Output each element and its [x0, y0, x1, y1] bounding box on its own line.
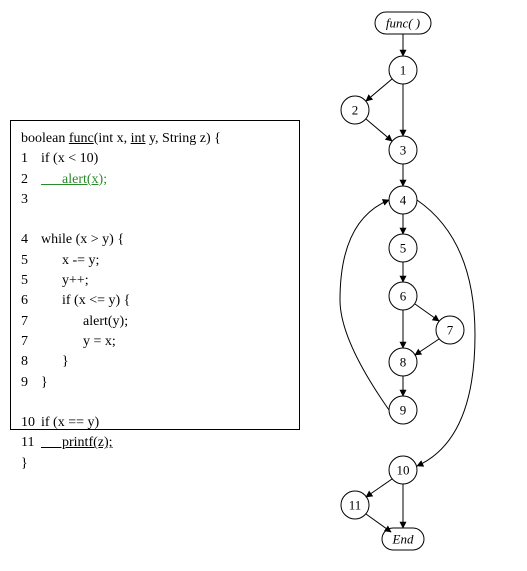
edge-9-4 [340, 200, 389, 410]
sig-kw: boolean [21, 131, 69, 146]
sig-int: int [131, 131, 146, 146]
code-line: 3 [21, 190, 289, 210]
svg-text:3: 3 [400, 143, 407, 158]
svg-text:4: 4 [400, 193, 407, 208]
code-line: 7 y = x; [21, 332, 289, 352]
code-line: 2 alert(x); [21, 170, 289, 190]
code-line: 8 } [21, 352, 289, 372]
code-line: 10if (x == y) [21, 413, 289, 433]
sig-p1: (int x, [94, 131, 131, 146]
sig-func: func [69, 131, 94, 146]
node-end-label: End [392, 532, 414, 547]
code-line [21, 210, 289, 230]
code-line: 5 y++; [21, 271, 289, 291]
svg-text:1: 1 [400, 63, 407, 78]
svg-text:5: 5 [400, 241, 407, 256]
code-line: 1if (x < 10) [21, 149, 289, 169]
code-panel: boolean func(int x, int y, String z) { 1… [10, 120, 300, 430]
code-line: 6 if (x <= y) { [21, 291, 289, 311]
edge-7-8 [415, 339, 439, 355]
svg-text:7: 7 [447, 323, 454, 338]
code-line: 5 x -= y; [21, 251, 289, 271]
edge-1-2 [366, 79, 392, 101]
edge-6-7 [415, 304, 439, 321]
edge-10-11 [366, 479, 392, 497]
code-line: 11 printf(z); [21, 433, 289, 453]
svg-text:10: 10 [397, 463, 410, 478]
func-signature: boolean func(int x, int y, String z) { [21, 129, 289, 149]
code-line [21, 393, 289, 413]
svg-text:6: 6 [400, 289, 407, 304]
code-line: 4while (x > y) { [21, 230, 289, 250]
node-func-label: func( ) [386, 16, 420, 31]
svg-text:8: 8 [400, 355, 407, 370]
svg-text:9: 9 [400, 403, 407, 418]
code-line: 7 alert(y); [21, 312, 289, 332]
code-line: 9} [21, 373, 289, 393]
svg-text:11: 11 [349, 498, 362, 513]
flowchart: func( ) 1 2 3 4 5 6 7 8 9 10 11 End [300, 0, 527, 566]
svg-text:2: 2 [352, 103, 359, 118]
edge-2-3 [366, 119, 392, 141]
edge-11-end [366, 514, 391, 532]
code-line: } [21, 454, 289, 474]
sig-p2: y, String z) { [145, 131, 220, 146]
